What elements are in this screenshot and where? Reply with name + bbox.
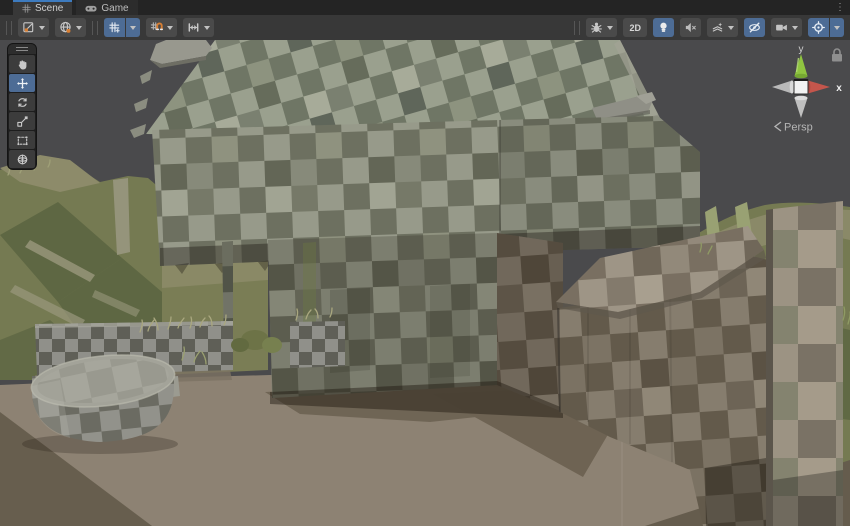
scene-toolbar: 2D	[0, 15, 850, 40]
tab-bar: Scene Game ⋮	[0, 0, 850, 15]
negative-y-axis-cone[interactable]	[795, 96, 808, 118]
rotate-arrows-icon	[16, 96, 29, 109]
move-tool-button[interactable]	[9, 74, 35, 92]
padlock-icon[interactable]	[832, 49, 842, 62]
scale-icon	[16, 115, 29, 128]
tab-scene[interactable]: Scene	[13, 0, 72, 15]
eye-hidden-icon	[748, 21, 761, 34]
scene-debug-dropdown[interactable]	[586, 18, 617, 37]
gizmo-center-cube[interactable]	[794, 80, 808, 94]
grid-snapping-dropdown[interactable]	[146, 18, 177, 37]
move-arrows-icon	[16, 77, 29, 90]
lightbulb-icon	[657, 21, 670, 34]
bush	[231, 338, 249, 352]
pivot-icon	[22, 21, 35, 34]
hand-icon	[16, 58, 29, 71]
gamepad-icon	[85, 4, 97, 13]
transform-sphere-icon	[16, 153, 29, 166]
scene-visibility-button[interactable]	[744, 18, 765, 37]
toolbar-separator	[92, 21, 98, 35]
palette-drag-handle[interactable]	[8, 44, 36, 54]
effects-icon	[711, 21, 724, 34]
grid-visibility-dropdown[interactable]	[104, 18, 140, 37]
chevron-down-icon	[204, 26, 210, 30]
negative-x-axis-cone[interactable]	[772, 81, 794, 94]
mode-2d-button[interactable]: 2D	[623, 18, 647, 37]
scene-camera-dropdown[interactable]	[771, 18, 802, 37]
camera-icon	[775, 21, 788, 34]
bug-icon	[590, 21, 603, 34]
rect-corners-icon	[16, 134, 29, 147]
chevron-down-icon	[76, 26, 82, 30]
chevron-down-icon	[834, 26, 840, 30]
globe-icon	[59, 21, 72, 34]
toolbar-separator	[574, 21, 580, 35]
transform-tool-button[interactable]	[9, 150, 35, 168]
tab-game[interactable]: Game	[76, 0, 137, 15]
gizmos-toggle[interactable]	[808, 18, 829, 37]
scene-render[interactable]	[0, 40, 850, 526]
mode-2d-label: 2D	[627, 23, 643, 33]
grid-visibility-icon	[108, 21, 121, 34]
tool-handle-rotation-dropdown[interactable]	[55, 18, 86, 37]
scene-audio-button[interactable]	[680, 18, 701, 37]
y-axis-cone[interactable]	[795, 54, 808, 78]
snap-increment-icon	[187, 21, 200, 34]
x-axis-cone[interactable]	[806, 81, 830, 94]
audio-muted-icon	[684, 21, 697, 34]
unity-scene-view-window: Scene Game ⋮	[0, 0, 850, 526]
chevron-down-icon	[167, 26, 173, 30]
toolbar-right-group: 2D	[574, 18, 844, 37]
view-tool-button[interactable]	[9, 55, 35, 73]
scale-tool-button[interactable]	[9, 112, 35, 130]
kebab-menu-icon[interactable]: ⋮	[835, 0, 845, 15]
magnet-icon	[150, 21, 163, 34]
scene-lighting-button[interactable]	[653, 18, 674, 37]
y-axis-label: y	[799, 44, 804, 55]
chevron-down-icon	[728, 26, 734, 30]
chevron-down-icon	[130, 26, 136, 30]
tab-scene-label: Scene	[35, 3, 63, 14]
rect-tool-button[interactable]	[9, 131, 35, 149]
chevron-down-icon	[792, 26, 798, 30]
chevron-down-icon	[607, 26, 613, 30]
tool-palette	[7, 43, 37, 170]
scene-effects-dropdown[interactable]	[707, 18, 738, 37]
rotate-tool-button[interactable]	[9, 93, 35, 111]
bush	[262, 337, 282, 353]
chevron-down-icon	[39, 26, 45, 30]
snap-increment-dropdown[interactable]	[183, 18, 214, 37]
projection-label: Persp	[784, 122, 813, 134]
tool-handle-position-dropdown[interactable]	[18, 18, 49, 37]
grid-axis-dropdown[interactable]	[126, 18, 140, 37]
toolbar-drag-handle[interactable]	[6, 21, 12, 35]
scene-viewport[interactable]: y x	[0, 40, 850, 526]
grid-visibility-toggle[interactable]	[104, 18, 125, 37]
checkered-column[interactable]	[766, 201, 843, 526]
gizmos-target-icon	[812, 21, 825, 34]
gizmos-menu[interactable]	[830, 18, 844, 37]
projection-toggle[interactable]: Persp	[775, 122, 813, 134]
tab-game-label: Game	[101, 3, 128, 14]
grid-icon	[22, 4, 31, 13]
scene-gizmo[interactable]: y x	[744, 42, 849, 142]
gizmos-dropdown[interactable]	[808, 18, 844, 37]
x-axis-label: x	[836, 83, 842, 94]
